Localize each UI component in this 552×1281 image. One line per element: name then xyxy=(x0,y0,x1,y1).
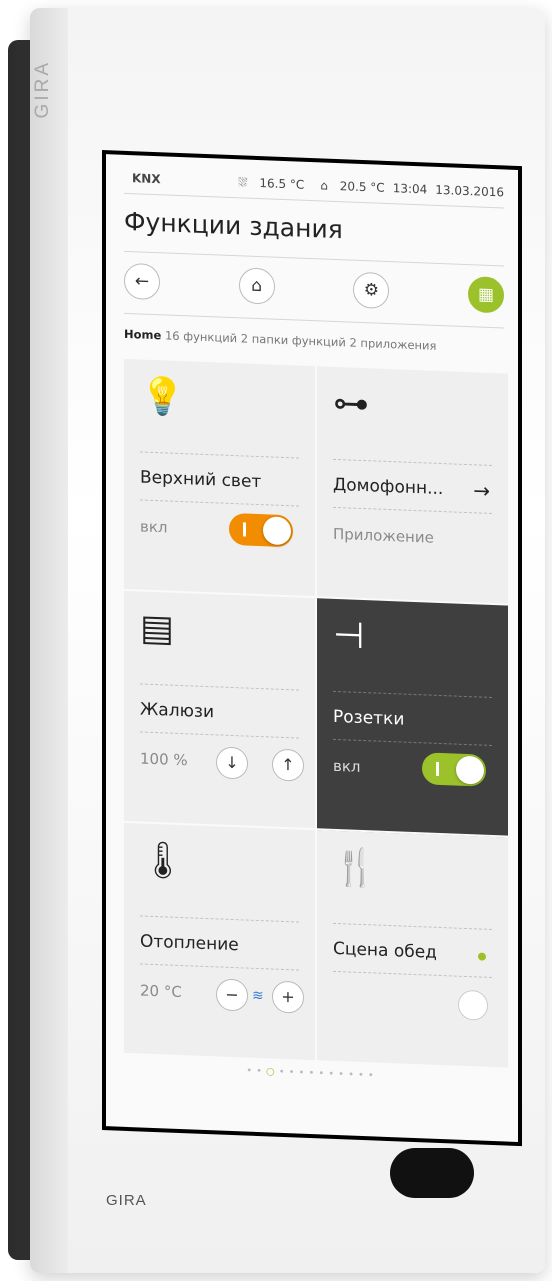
tile-heating[interactable]: 🌡 Отопление 20 °C − ≋ + xyxy=(124,822,317,1063)
divider xyxy=(333,922,492,930)
tile-status: вкл xyxy=(333,756,361,776)
heating-plus-button[interactable]: + xyxy=(272,980,304,1014)
breadcrumb-summary: 16 функций 2 папки функций 2 приложения xyxy=(164,328,437,353)
tile-name: Сцена обед xyxy=(333,938,437,963)
light-bulb-icon: 💡 xyxy=(140,375,185,419)
page-dot[interactable]: • xyxy=(368,1070,378,1081)
tile-upper-light[interactable]: 💡 Верхний свет вкл xyxy=(124,358,317,599)
toggle-on-mark xyxy=(436,761,439,776)
tile-blinds[interactable]: ▤ Жалюзи 100 % ↓ ↑ xyxy=(124,590,317,831)
outdoor-temp: ⛆ 16.5 °C xyxy=(230,174,304,192)
page-dot[interactable]: • xyxy=(318,1068,328,1079)
touch-screen: KNX ⛆ 16.5 °C ⌂ 20.5 °C 13:04 13.03.2016… xyxy=(102,150,522,1147)
minus-icon: − xyxy=(225,984,239,1005)
breadcrumb-home[interactable]: Home xyxy=(124,327,161,342)
knx-label: KNX xyxy=(132,171,161,187)
indoor-temp: ⌂ 20.5 °C xyxy=(312,178,385,195)
socket-toggle[interactable] xyxy=(422,752,486,787)
tile-name: Отопление xyxy=(140,931,239,956)
device-edge xyxy=(30,8,68,1273)
back-button[interactable]: ← xyxy=(124,262,160,301)
arrow-right-icon: → xyxy=(473,478,490,503)
settings-gear-icon: ⚙ xyxy=(363,280,379,301)
indoor-temp-icon: ⌂ xyxy=(320,178,328,193)
light-toggle[interactable] xyxy=(229,512,293,548)
toggle-on-mark xyxy=(243,522,246,537)
back-arrow-icon: ← xyxy=(134,271,150,292)
thermometer-icon: 🌡 xyxy=(140,839,186,883)
blinds-icon: ▤ xyxy=(140,607,175,650)
breadcrumb: Home 16 функций 2 папки функций 2 прилож… xyxy=(124,327,436,353)
page-dot[interactable]: • xyxy=(246,1066,256,1077)
divider xyxy=(124,312,504,329)
divider xyxy=(140,731,299,739)
proximity-sensor xyxy=(390,1148,474,1198)
status-bar: KNX ⛆ 16.5 °C ⌂ 20.5 °C 13:04 13.03.2016 xyxy=(124,167,504,204)
tile-status: 100 % xyxy=(140,749,188,770)
plus-icon: + xyxy=(281,986,295,1007)
settings-button[interactable]: ⚙ xyxy=(353,271,390,310)
outdoor-temp-value: 16.5 °C xyxy=(259,175,305,192)
divider xyxy=(333,970,492,978)
screen-content: KNX ⛆ 16.5 °C ⌂ 20.5 °C 13:04 13.03.2016… xyxy=(106,154,518,1142)
divider xyxy=(140,963,299,971)
home-icon: ⌂ xyxy=(251,275,263,297)
arrow-down-icon: ↓ xyxy=(225,752,239,773)
edge-brand-logo: GIRA xyxy=(32,60,53,119)
blinds-down-button[interactable]: ↓ xyxy=(216,746,248,780)
page-dot[interactable]: • xyxy=(358,1070,368,1081)
page-dot[interactable]: • xyxy=(328,1069,338,1080)
tile-intercom-app[interactable]: ⊶ Домофонн... → Приложение xyxy=(317,366,510,606)
divider xyxy=(333,506,492,514)
toggle-knob xyxy=(263,516,291,546)
page-dot[interactable]: • xyxy=(299,1068,309,1079)
tile-status: вкл xyxy=(140,517,168,537)
arrow-up-icon: ↑ xyxy=(281,754,295,775)
blinds-up-button[interactable]: ↑ xyxy=(272,748,304,782)
tile-status: 20 °C xyxy=(140,981,182,1002)
function-tiles: 💡 Верхний свет вкл ⊶ Домофонн... → Прило… xyxy=(124,358,510,1070)
page-dot[interactable]: • xyxy=(289,1067,299,1078)
tile-name: Верхний свет xyxy=(140,467,262,493)
heating-waves-icon: ≋ xyxy=(252,987,264,1005)
divider xyxy=(333,738,492,746)
page-dot[interactable]: • xyxy=(308,1068,318,1079)
page-dot[interactable]: ○ xyxy=(266,1066,279,1077)
page-dot[interactable]: • xyxy=(279,1067,289,1078)
heating-minus-button[interactable]: − xyxy=(216,978,248,1012)
fork-knife-icon: 🍴 xyxy=(333,846,378,890)
navigation-row: ← ⌂ ⚙ ▦ xyxy=(124,261,504,316)
home-button[interactable]: ⌂ xyxy=(238,267,275,305)
scene-activate-button[interactable] xyxy=(458,989,488,1021)
tile-sockets[interactable]: ⊣ Розетки вкл xyxy=(317,598,510,838)
socket-plug-icon: ⊣ xyxy=(333,614,365,658)
page-dot[interactable]: • xyxy=(338,1069,348,1080)
tile-scene-dinner[interactable]: 🍴 Сцена обед xyxy=(317,830,510,1070)
scene-status-dot xyxy=(478,952,486,961)
grid-menu-button[interactable]: ▦ xyxy=(467,276,504,314)
divider xyxy=(333,458,492,466)
tile-name: Домофонн... xyxy=(333,474,444,500)
status-time: 13:04 xyxy=(392,181,428,197)
divider xyxy=(333,690,492,698)
outdoor-temp-icon: ⛆ xyxy=(237,174,248,190)
grid-menu-icon: ▦ xyxy=(477,284,494,306)
page-dot[interactable]: • xyxy=(256,1066,266,1077)
tile-name: Жалюзи xyxy=(140,699,214,723)
divider xyxy=(140,499,299,507)
page-title: Функции здания xyxy=(124,206,343,245)
tile-status: Приложение xyxy=(333,524,434,547)
divider xyxy=(140,915,299,923)
toggle-knob xyxy=(456,755,484,785)
status-date: 13.03.2016 xyxy=(435,182,504,200)
bottom-brand-logo: GIRA xyxy=(106,1192,147,1209)
divider xyxy=(140,451,299,459)
page-dot[interactable]: • xyxy=(348,1069,358,1080)
tile-name: Розетки xyxy=(333,706,405,730)
indoor-temp-value: 20.5 °C xyxy=(339,179,385,195)
key-icon: ⊶ xyxy=(333,382,369,426)
divider xyxy=(140,683,299,691)
